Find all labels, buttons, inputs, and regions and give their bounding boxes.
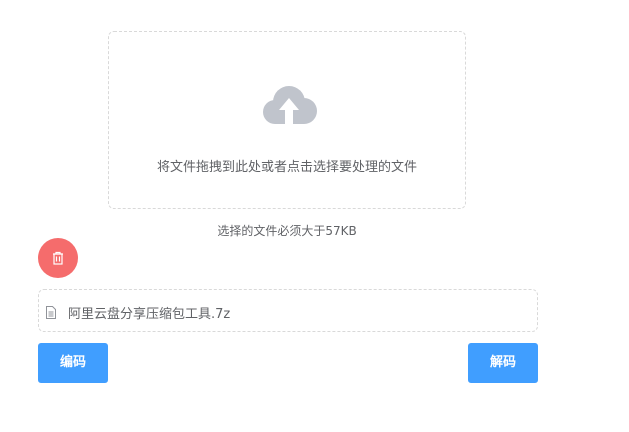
- delete-button[interactable]: [38, 238, 78, 278]
- cloud-upload-icon: [263, 86, 317, 124]
- decode-button[interactable]: 解码: [468, 343, 538, 383]
- page: 将文件拖拽到此处或者点击选择要处理的文件 选择的文件必须大于57KB 阿里云盘分…: [0, 0, 629, 432]
- document-icon: [46, 306, 56, 319]
- file-list-item: 阿里云盘分享压缩包工具.7z: [38, 289, 538, 332]
- upload-instruction: 将文件拖拽到此处或者点击选择要处理的文件: [156, 160, 417, 175]
- encode-button[interactable]: 编码: [38, 343, 108, 383]
- upload-dropzone[interactable]: 将文件拖拽到此处或者点击选择要处理的文件: [108, 31, 466, 209]
- trash-icon: [53, 251, 63, 265]
- file-name: 阿里云盘分享压缩包工具.7z: [68, 307, 231, 322]
- upload-size-tip: 选择的文件必须大于57KB: [217, 224, 357, 238]
